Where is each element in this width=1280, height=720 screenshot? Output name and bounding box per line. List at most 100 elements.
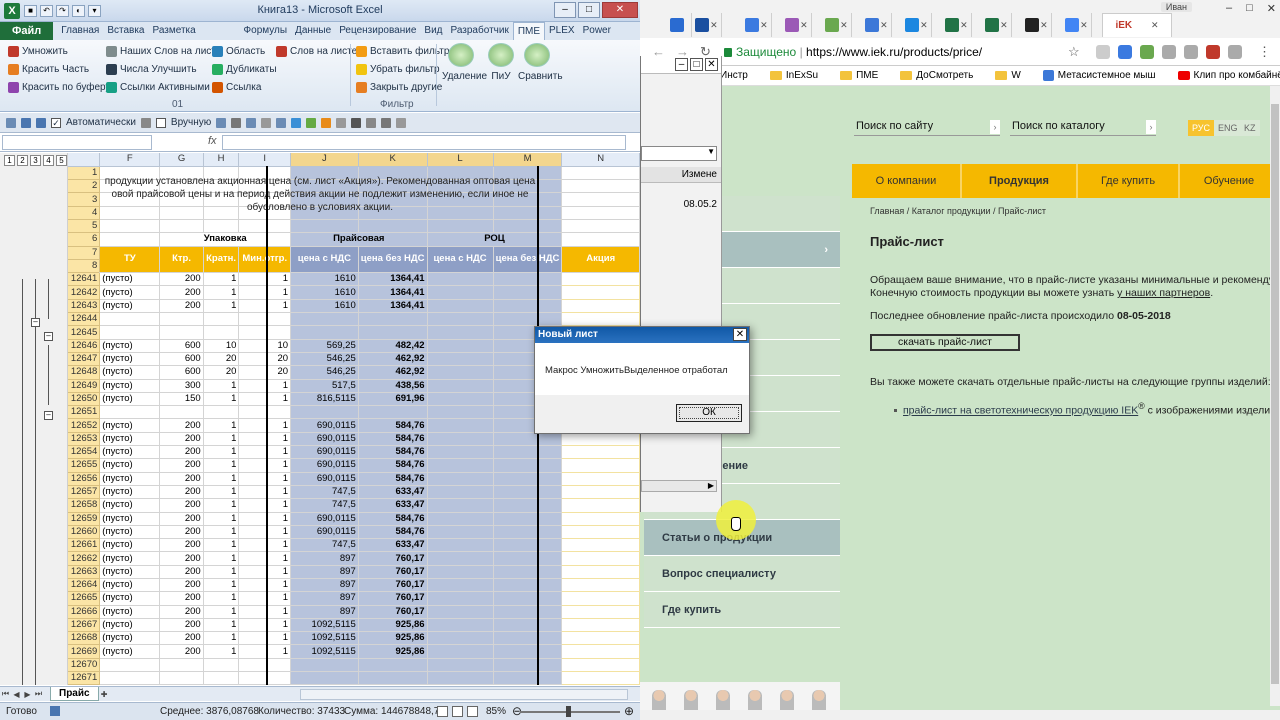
breadcrumb[interactable]: Главная / Каталог продукции / Прайс-лист (870, 206, 1046, 216)
cell-min-otgr[interactable]: 1 (238, 605, 292, 619)
cell-roc-vat[interactable] (427, 578, 494, 593)
cell-min-otgr[interactable]: 20 (238, 365, 292, 380)
column-header[interactable]: J (290, 153, 359, 167)
cell-roc-vat[interactable] (427, 392, 494, 407)
sheet-tab-price[interactable]: Прайс (50, 687, 99, 701)
cell-ktr[interactable]: 200 (159, 432, 204, 447)
extension-icon[interactable] (1206, 45, 1220, 59)
tool-icon[interactable] (381, 117, 392, 128)
cell-roc-no-vat[interactable] (493, 618, 563, 633)
cell-price-vat[interactable]: 747,5 (290, 498, 359, 513)
cell-kratn[interactable]: 1 (203, 644, 240, 659)
background-hscroll[interactable]: ▶ (641, 480, 717, 492)
cell-roc-vat[interactable] (427, 605, 494, 619)
cell-kratn[interactable]: 1 (203, 485, 240, 500)
chrome-tab[interactable]: ✕ (822, 13, 852, 37)
cell-price-no-vat[interactable]: 633,47 (358, 538, 428, 553)
cell-min-otgr[interactable]: 1 (238, 644, 292, 659)
row-number[interactable]: 12641 (68, 272, 101, 287)
cell-ktr[interactable]: 600 (159, 352, 204, 367)
background-window-field[interactable]: ▼ (641, 146, 717, 161)
cell-price-vat[interactable]: 569,25 (290, 339, 359, 353)
column-header[interactable]: I (238, 153, 292, 167)
row-number[interactable]: 12660 (68, 525, 101, 540)
cell-kratn[interactable] (203, 325, 240, 340)
cell-price-vat[interactable]: 690,0115 (290, 512, 359, 526)
cell-promo[interactable] (561, 498, 640, 513)
cell-roc-vat[interactable] (427, 339, 494, 353)
cell-roc-vat[interactable] (427, 312, 494, 327)
row-number[interactable]: 3 (68, 192, 101, 207)
tool-icon[interactable] (261, 117, 272, 128)
cell-ktr[interactable]: 200 (159, 512, 204, 526)
cell-ktr[interactable]: 200 (159, 631, 204, 646)
cell-roc-no-vat[interactable] (493, 644, 563, 659)
cell-roc-vat[interactable] (427, 658, 494, 673)
column-header[interactable]: K (358, 153, 428, 167)
cell-min-otgr[interactable]: 1 (238, 272, 292, 287)
cell-kratn[interactable]: 1 (203, 525, 240, 540)
cell-tu[interactable]: (пусто) (99, 458, 161, 473)
tab-close-icon[interactable]: ✕ (760, 20, 768, 31)
cell-price-vat[interactable]: 546,25 (290, 352, 359, 367)
chrome-tab[interactable]: ✕ (982, 13, 1012, 37)
outline-level-button[interactable]: 1 (4, 155, 15, 166)
cell-ktr[interactable]: 200 (159, 498, 204, 513)
cell-ktr[interactable]: 200 (159, 472, 204, 486)
cell-ktr[interactable]: 200 (159, 458, 204, 473)
tab-developer[interactable]: Разработчик (447, 22, 513, 40)
minimize-icon[interactable]: – (1226, 2, 1232, 15)
cell-price-no-vat[interactable]: 633,47 (358, 498, 428, 513)
row-number[interactable]: 5 (68, 219, 101, 234)
cell-min-otgr[interactable]: 1 (238, 538, 292, 553)
dialog-ok-button[interactable]: ОК (676, 404, 742, 422)
cell-tu[interactable]: (пусто) (99, 272, 161, 287)
column-header[interactable]: F (99, 153, 161, 167)
chrome-tab[interactable]: ✕ (692, 13, 722, 37)
row-number[interactable]: 2 (68, 179, 101, 194)
tab-close-icon[interactable]: ✕ (920, 20, 928, 31)
minimize-icon[interactable]: – (554, 2, 576, 18)
cell-kratn[interactable]: 1 (203, 591, 240, 606)
cell-promo[interactable] (561, 658, 640, 673)
cell-kratn[interactable]: 1 (203, 538, 240, 553)
row-number[interactable]: 12669 (68, 644, 101, 659)
cell-price-vat[interactable]: 747,5 (290, 485, 359, 500)
cell-promo[interactable] (561, 485, 640, 500)
cell-price-vat[interactable]: 517,5 (290, 379, 359, 393)
cell-price-vat[interactable]: 690,0115 (290, 472, 359, 486)
cell-min-otgr[interactable] (238, 405, 292, 420)
cell-roc-no-vat[interactable] (493, 631, 563, 646)
cell-roc-no-vat[interactable] (493, 538, 563, 553)
cell-ktr[interactable]: 200 (159, 538, 204, 553)
cell-tu[interactable]: (пусто) (99, 512, 161, 526)
row-number[interactable]: 12668 (68, 631, 101, 646)
row-number[interactable]: 6 (68, 232, 101, 247)
last-sheet-icon[interactable]: ⏭ (33, 689, 44, 699)
lighting-price-link[interactable]: прайс-лист на светотехническую продукцию… (903, 405, 1138, 417)
delete-button[interactable]: Удаление (442, 43, 487, 82)
chrome-menu-icon[interactable]: ⋮ (1258, 44, 1271, 60)
fx-icon[interactable]: fx (208, 135, 217, 147)
chrome-tab[interactable]: ✕ (862, 13, 892, 37)
cell-roc-vat[interactable] (427, 671, 494, 685)
collapse-minus-icon[interactable]: – (31, 318, 40, 327)
cell-kratn[interactable]: 1 (203, 285, 240, 300)
row-number[interactable]: 12651 (68, 405, 101, 420)
row-number[interactable]: 8 (68, 259, 101, 274)
row-number[interactable]: 12649 (68, 379, 101, 393)
cell-price-no-vat[interactable]: 760,17 (358, 551, 428, 566)
cell-roc-no-vat[interactable] (493, 671, 563, 685)
improve-numbers-button[interactable]: Числа Улучшить (106, 62, 221, 76)
lang-kz[interactable]: KZ (1240, 120, 1260, 136)
bookmark-item[interactable]: W (995, 70, 1021, 81)
name-box[interactable] (2, 135, 152, 150)
cell-price-vat[interactable]: 1092,5115 (290, 644, 359, 659)
cell-tu[interactable]: (пусто) (99, 352, 161, 367)
cell-kratn[interactable]: 20 (203, 352, 240, 367)
tool-icon[interactable] (351, 117, 362, 128)
cell-kratn[interactable] (203, 312, 240, 327)
cell-ktr[interactable]: 150 (159, 392, 204, 407)
cell-tu[interactable]: (пусто) (99, 339, 161, 353)
cell-kratn[interactable]: 1 (203, 605, 240, 619)
